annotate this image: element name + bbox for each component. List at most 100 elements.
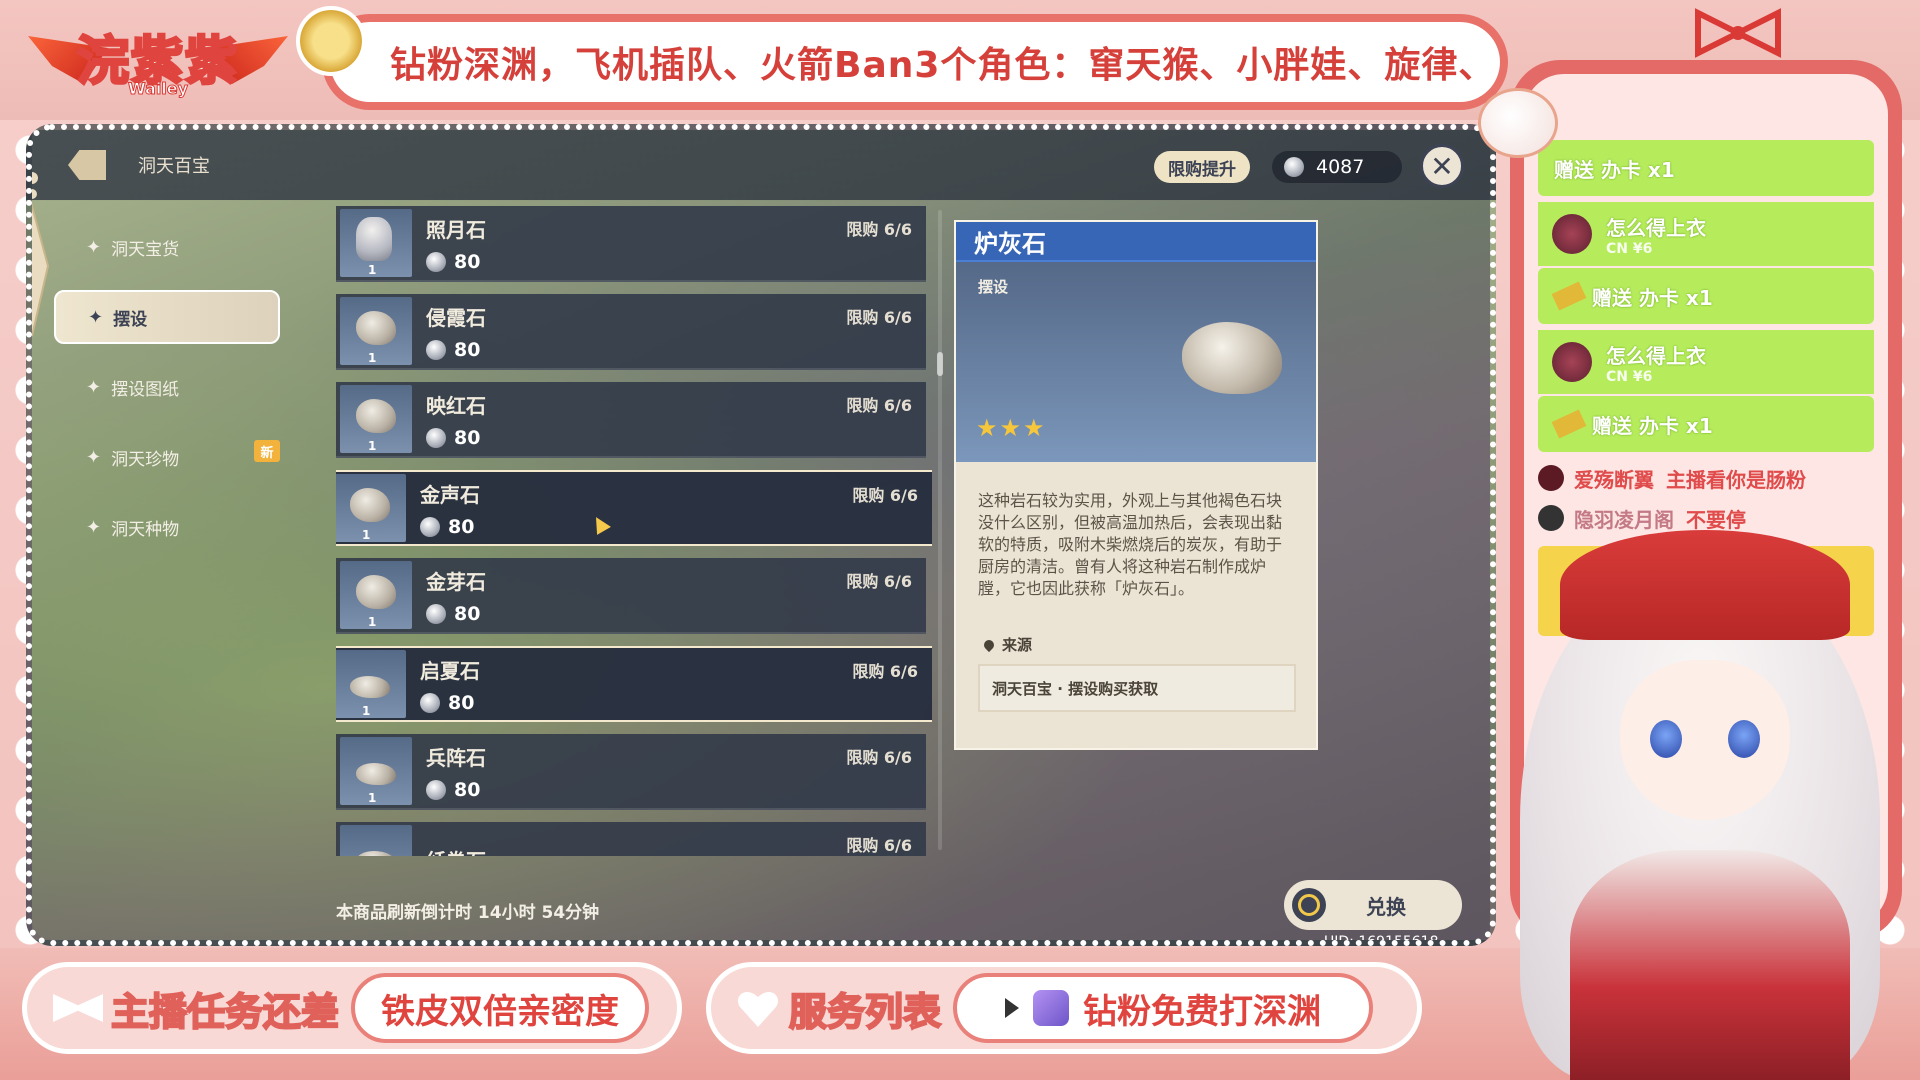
item-price: 80 xyxy=(420,692,480,714)
exchange-button[interactable]: 兑换 xyxy=(1284,880,1462,930)
service-value-text: 钻粉免费打深渊 xyxy=(1083,991,1322,1032)
gift-text: 赠送 办卡 x1 xyxy=(1592,285,1713,310)
task-label-text: 主播任务还差 xyxy=(110,989,340,1035)
mascot-bird-icon xyxy=(1478,88,1558,158)
item-count: 1 xyxy=(362,528,371,542)
service-list-bar: 服务列表 钻粉免费打深渊 xyxy=(706,962,1422,1054)
avatar-eye-left xyxy=(1650,720,1682,758)
item-price-value: 80 xyxy=(448,515,475,538)
stone-item-image xyxy=(1182,322,1282,394)
realm-currency-icon xyxy=(426,779,446,800)
purchase-limit: 限购 6/6 xyxy=(852,662,918,681)
shop-item-row[interactable]: 1 照月石 80 限购 6/6 xyxy=(336,206,926,282)
item-thumbnail: 1 xyxy=(340,737,412,805)
item-price: 80 xyxy=(426,779,486,801)
avatar-outfit xyxy=(1570,850,1850,1080)
super-chat-price: CN ¥6 xyxy=(1606,240,1653,257)
heart-icon xyxy=(737,989,779,1027)
item-price: 80 xyxy=(426,603,486,625)
location-pin-icon xyxy=(981,637,997,653)
super-chat-content: 怎么得上衣 CN ¥6 xyxy=(1606,212,1706,257)
shop-item-row[interactable]: 1 启夏石 80 限购 6/6 xyxy=(336,646,932,722)
shop-header: 洞天百宝 限购提升 4087 ✕ xyxy=(32,130,1490,200)
item-count: 1 xyxy=(368,351,377,365)
item-info: 纤拳石 xyxy=(426,845,486,857)
shop-title: 洞天百宝 xyxy=(138,156,210,177)
task-label: 主播任务还差 xyxy=(53,981,340,1036)
detail-header: 炉灰石 摆设 ★★★ xyxy=(956,222,1316,462)
ticket-icon xyxy=(1551,409,1587,439)
stone-icon xyxy=(350,676,390,698)
item-list: 1 照月石 80 限购 6/6 1 侵霞石 80 限购 6/6 1 映红石 80 限购 6/6 1 金声石… xyxy=(336,206,932,856)
player-uid: UID: 169155618 xyxy=(1324,934,1439,946)
shop-item-row[interactable]: 纤拳石 限购 6/6 xyxy=(336,822,926,856)
super-chat-price: CN ¥6 xyxy=(1606,368,1653,385)
item-name: 照月石 xyxy=(426,217,486,242)
item-info: 映红石 80 xyxy=(426,390,486,449)
detail-description: 这种岩石较为实用，外观上与其他褐色石块没什么区别，但被高温加热后，会表现出黏软的… xyxy=(978,491,1283,598)
sparkle-icon: ✦ xyxy=(88,306,104,328)
nav-item-rarities[interactable]: ✦ 洞天珍物 新 xyxy=(54,430,280,484)
new-badge: 新 xyxy=(254,440,280,462)
stone-icon xyxy=(350,488,390,522)
confirm-ring-icon xyxy=(1292,888,1326,922)
gift-message: 赠送 办卡 x1 xyxy=(1538,396,1874,452)
item-count: 1 xyxy=(362,704,371,718)
shop-item-row[interactable]: 1 金芽石 80 限购 6/6 xyxy=(336,558,926,634)
item-info: 侵霞石 80 xyxy=(426,302,486,361)
shop-item-row[interactable]: 1 映红石 80 限购 6/6 xyxy=(336,382,926,458)
gold-coin-icon xyxy=(296,6,366,76)
item-info: 启夏石 80 xyxy=(420,655,480,714)
avatar-eye-right xyxy=(1728,720,1760,758)
item-price-value: 80 xyxy=(454,778,481,801)
nav-item-treasures[interactable]: ✦ 洞天宝货 xyxy=(54,220,280,274)
nav-item-furnishings[interactable]: ✦ 摆设 xyxy=(54,290,280,344)
item-name: 纤拳石 xyxy=(426,845,486,857)
chat-username: 爱殇断翼 xyxy=(1574,467,1654,492)
super-chat-title: 怎么得上衣 xyxy=(1606,215,1706,240)
shop-item-row[interactable]: 1 侵霞石 80 限购 6/6 xyxy=(336,294,926,370)
ticker-text: 钻粉深渊，飞机插队、火箭Ban3个角色：窜天猴、小胖娃、旋律、 xyxy=(390,45,1496,86)
super-chat-content: 怎么得上衣 CN ¥6 xyxy=(1606,340,1706,385)
currency-display: 4087 xyxy=(1272,151,1402,183)
service-label: 服务列表 xyxy=(737,981,942,1036)
sparkle-icon: ✦ xyxy=(86,516,102,538)
purchase-limit: 限购 6/6 xyxy=(846,748,912,767)
item-name: 金声石 xyxy=(420,482,480,507)
item-thumbnail: 1 xyxy=(336,474,406,542)
item-count: 1 xyxy=(368,439,377,453)
avatar xyxy=(1552,214,1592,254)
item-thumbnail xyxy=(340,825,412,856)
gift-text: 赠送 办卡 x1 xyxy=(1592,413,1713,438)
nav-item-blueprints[interactable]: ✦ 摆设图纸 xyxy=(54,360,280,414)
item-info: 金芽石 80 xyxy=(426,566,486,625)
source-info: 洞天百宝 · 摆设购买获取 xyxy=(978,664,1296,712)
purchase-limit: 限购 6/6 xyxy=(846,396,912,415)
purchase-limit: 限购 6/6 xyxy=(846,308,912,327)
super-chat-title: 怎么得上衣 xyxy=(1606,343,1706,368)
item-thumbnail: 1 xyxy=(340,385,412,453)
shop-item-row[interactable]: 1 兵阵石 80 限购 6/6 xyxy=(336,734,926,810)
super-chat-message: 怎么得上衣 CN ¥6 xyxy=(1538,202,1874,266)
limit-increase-button[interactable]: 限购提升 xyxy=(1154,151,1250,183)
announcement-ticker: 钻粉深渊，飞机插队、火箭Ban3个角色：窜天猴、小胖娃、旋律、 xyxy=(322,14,1508,110)
realm-currency-icon xyxy=(426,251,446,272)
realm-currency-icon xyxy=(1284,157,1304,177)
avatar xyxy=(1538,465,1564,491)
shop-item-row[interactable]: 1 金声石 80 限购 6/6 xyxy=(336,470,932,546)
rarity-stars: ★★★ xyxy=(976,414,1047,442)
realm-currency-icon xyxy=(426,603,446,624)
scrollbar-thumb[interactable] xyxy=(937,352,943,376)
detail-title: 炉灰石 xyxy=(956,222,1316,262)
gift-message: 赠送 办卡 x1 xyxy=(1538,140,1874,196)
logo-subtext: Wailey xyxy=(127,79,189,99)
chat-text: 主播看你是肠粉 xyxy=(1666,467,1806,492)
item-name: 启夏石 xyxy=(420,658,480,683)
nav-item-seeds[interactable]: ✦ 洞天种物 xyxy=(54,500,280,554)
nav-label: 摆设图纸 xyxy=(111,379,180,400)
item-list-scrollbar[interactable] xyxy=(938,210,942,850)
detail-category: 摆设 xyxy=(978,278,1009,296)
exchange-label: 兑换 xyxy=(1366,894,1406,919)
sparkle-icon: ✦ xyxy=(86,446,102,468)
close-button[interactable]: ✕ xyxy=(1420,144,1464,188)
